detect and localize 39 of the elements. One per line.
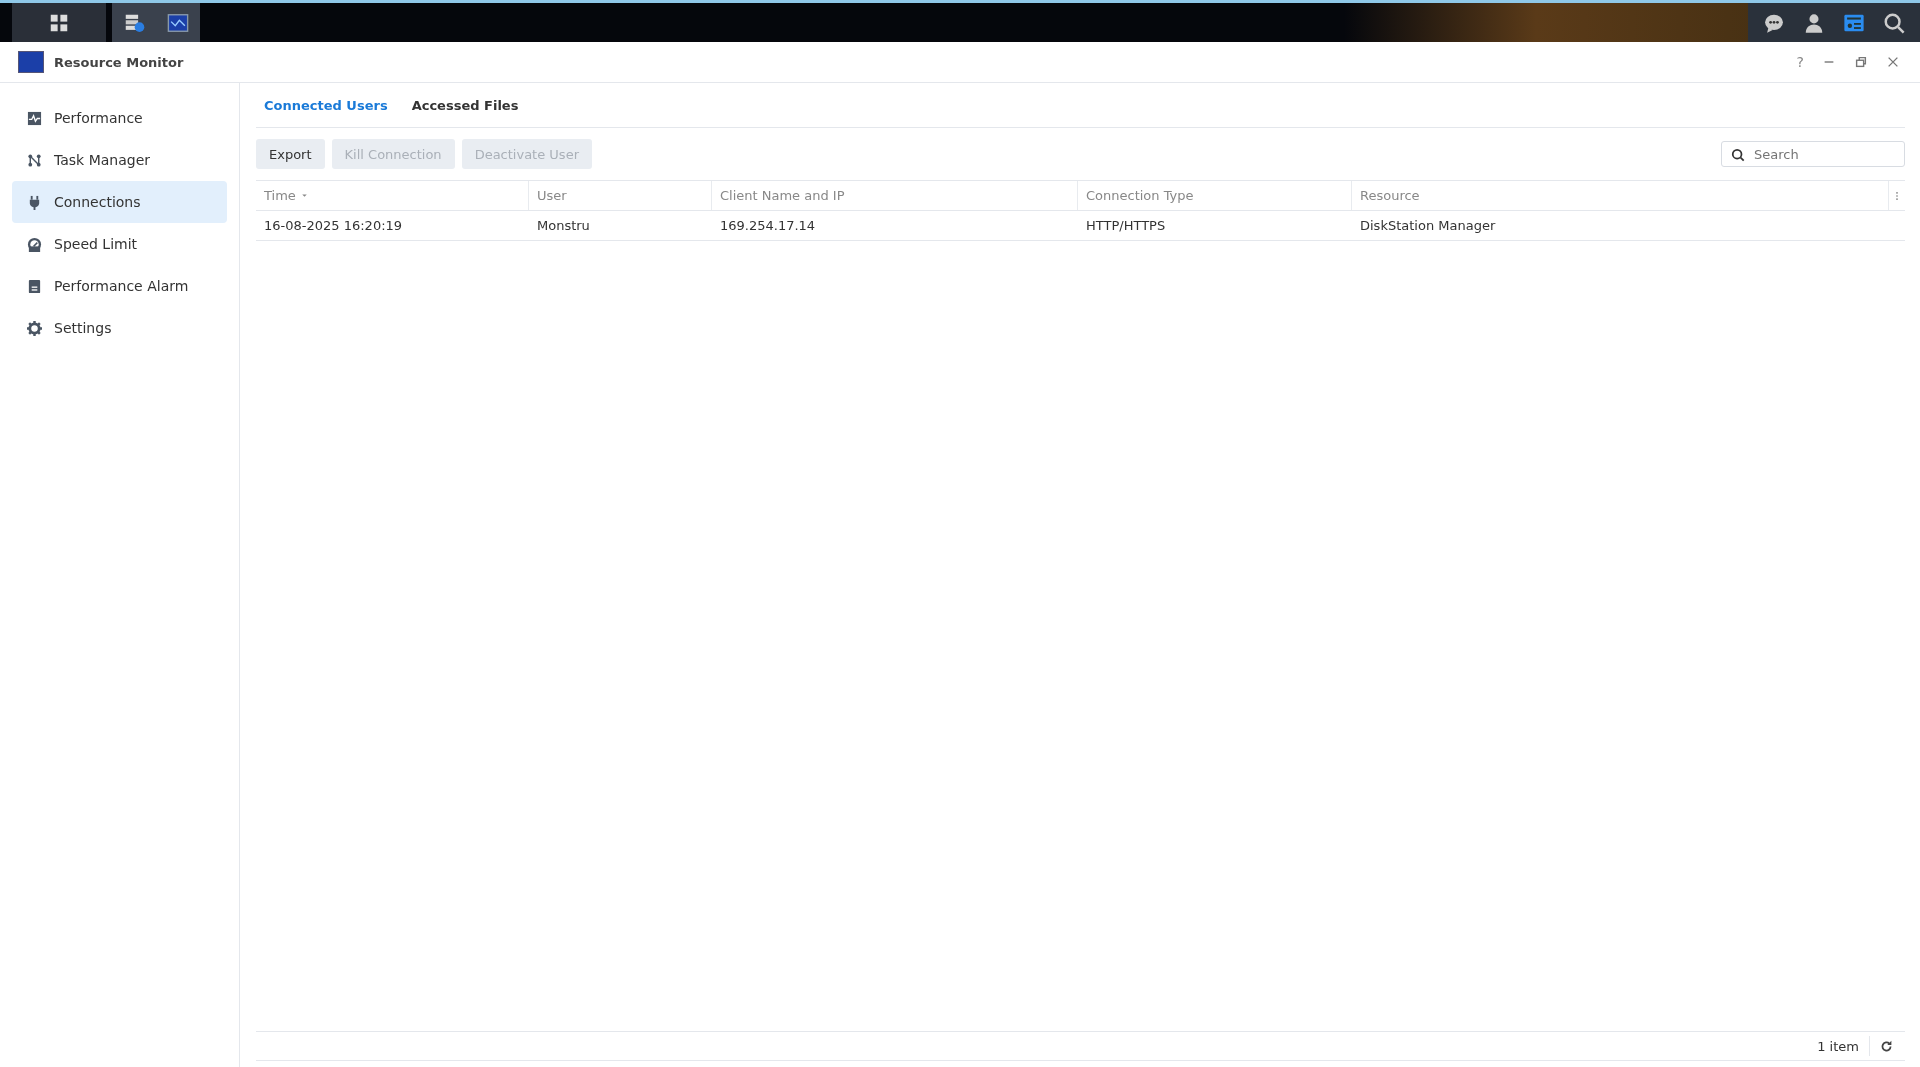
- sidebar-item[interactable]: Connections: [12, 181, 227, 223]
- taskbar-button[interactable]: [12, 3, 106, 42]
- window-title: Resource Monitor: [54, 54, 185, 70]
- search-icon[interactable]: [1883, 11, 1905, 34]
- search-field[interactable]: Search: [1721, 141, 1905, 167]
- sidebar-item[interactable]: Speed Limit: [12, 223, 227, 265]
- gauge-icon: [27, 236, 42, 252]
- column-header[interactable]: Client Name and IP: [712, 181, 1078, 210]
- column-header[interactable]: Resource: [1352, 181, 1889, 210]
- settings-icon: [27, 320, 42, 336]
- refresh-icon[interactable]: [1880, 1039, 1893, 1053]
- search-icon: [1731, 148, 1745, 162]
- table-row[interactable]: 16-08-2025 16:20:19 Monstru 169.254.17.14 HTTP/HTTPS DiskStation Manager: [256, 211, 1905, 241]
- toolbar-button[interactable]: Export: [256, 139, 325, 169]
- sidebar-item[interactable]: Settings: [12, 307, 227, 349]
- plug-icon: [27, 194, 42, 210]
- help-button[interactable]: ?: [1796, 55, 1804, 69]
- taskbar-button[interactable]: [112, 3, 156, 42]
- chart-icon: [27, 110, 42, 126]
- user-icon[interactable]: [1803, 11, 1825, 34]
- column-header[interactable]: Connection Type: [1078, 181, 1352, 210]
- nodes-icon: [27, 152, 42, 168]
- document-icon: [27, 278, 42, 294]
- column-header[interactable]: Time: [256, 181, 529, 210]
- table-cell-text: DiskStation Manager: [1359, 217, 1497, 235]
- table-cell-text: 16-08-2025 16:20:19: [263, 217, 404, 235]
- close-icon[interactable]: [1886, 55, 1900, 69]
- column-header[interactable]: User: [529, 181, 712, 210]
- tab[interactable]: Connected Users: [264, 97, 388, 113]
- tab[interactable]: Accessed Files: [411, 97, 519, 113]
- restore-icon[interactable]: [1854, 55, 1868, 69]
- sidebar-item[interactable]: Performance Alarm: [12, 265, 227, 307]
- table-cell-text: Monstru: [536, 217, 591, 235]
- sidebar-item[interactable]: Performance: [12, 97, 227, 139]
- item-count: 1 item: [1817, 1038, 1859, 1054]
- sidebar-item[interactable]: Task Manager: [12, 139, 227, 181]
- table-cell-text: HTTP/HTTPS: [1085, 217, 1167, 235]
- table-cell-text: 169.254.17.14: [719, 217, 817, 235]
- monitor-icon[interactable]: [165, 11, 191, 34]
